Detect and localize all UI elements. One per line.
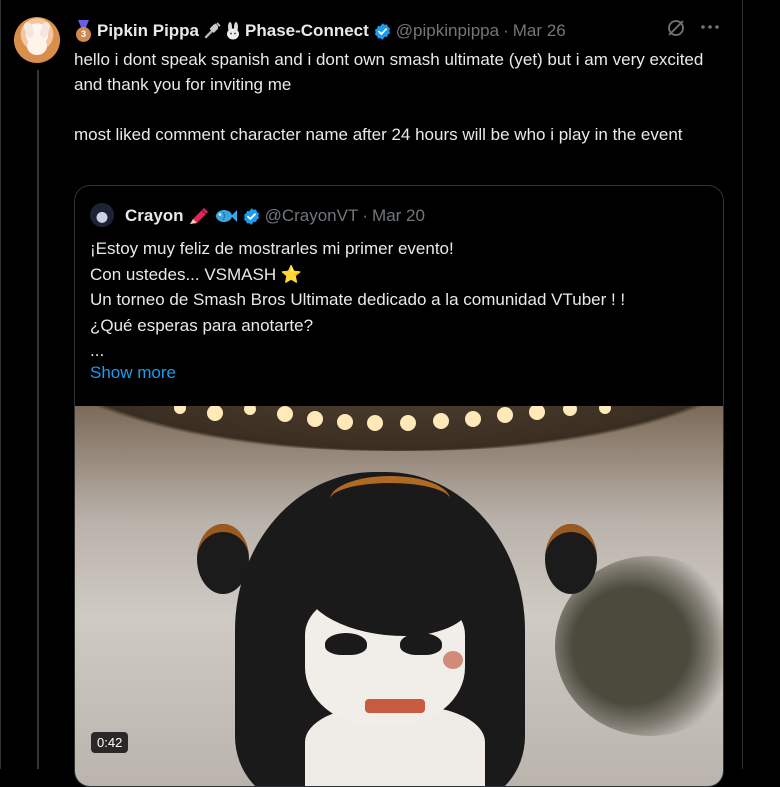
avatar-ear-right [38,21,52,39]
character-bandage [443,651,463,669]
more-icon[interactable] [700,21,720,33]
quote-text-part-2: Un torneo de Smash Bros Ultimate dedicad… [90,290,626,360]
video-duration-badge: 0:42 [91,732,129,753]
quote-verified-icon [243,207,259,225]
quote-avatar[interactable] [90,203,114,227]
quote-text: ¡Estoy muy feliz de mostrarles mi primer… [90,236,710,364]
avatar[interactable] [14,17,60,63]
medal-number: 3 [76,27,91,42]
quote-timestamp[interactable]: Mar 20 [372,206,425,226]
tweet-text: hello i dont speak spanish and i dont ow… [74,50,704,144]
character-collar [365,699,425,713]
quote-separator-dot: · [362,206,369,225]
display-name[interactable]: Pipkin Pippa [97,21,199,41]
show-more-link[interactable]: Show more [90,363,176,383]
column-divider-right [742,0,743,769]
medal-icon: 3 [74,20,93,42]
thread-connector-line [37,70,39,769]
character-eye-right [400,633,442,655]
stage-lights [174,406,611,431]
quote-header: Crayon @CrayonVT · Mar 20 [125,204,425,228]
quote-text-part-1: ¡Estoy muy feliz de mostrarles mi primer… [90,239,454,284]
star-icon: ⭐ [280,264,303,284]
quote-tweet-card[interactable]: Crayon @CrayonVT · Mar 20 ¡Estoy muy fel… [74,185,724,787]
character-headband [330,476,450,523]
verified-icon [374,22,390,40]
column-divider-left [0,0,1,769]
timestamp-link[interactable]: Mar 26 [513,21,566,41]
handle[interactable]: @pipkinpippa [396,21,499,41]
bunny-icon [227,22,240,40]
bun-band-right [545,524,597,594]
fish-icon [215,210,237,222]
avatar-ear-left [22,21,36,39]
video-player[interactable]: 0:42 [75,406,723,786]
grok-icon[interactable] [666,18,686,38]
avatar-face [27,37,47,55]
display-name-suffix[interactable]: Phase-Connect [245,21,369,41]
quote-handle[interactable]: @CrayonVT [265,206,359,226]
plug-icon [204,22,221,39]
quote-display-name[interactable]: Crayon [125,206,184,226]
separator-dot: · [503,21,509,40]
crayon-icon [189,208,208,224]
character-eye-left [325,633,367,655]
tweet-header: 3 Pipkin Pippa Phase-Connect @pipkinpipp… [74,19,566,43]
